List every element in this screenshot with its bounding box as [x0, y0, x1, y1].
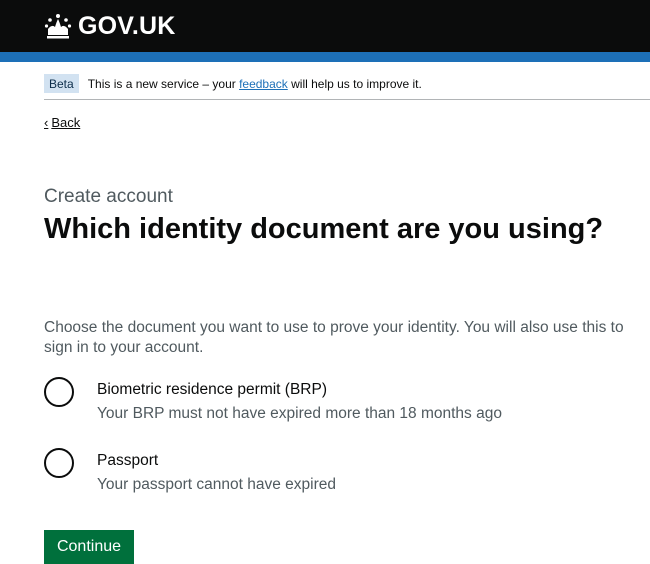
crown-icon: [44, 13, 72, 39]
phase-banner: Beta This is a new service – your feedba…: [44, 68, 650, 100]
site-header: GOV.UK: [0, 0, 650, 52]
page-caption: Create account: [44, 186, 173, 207]
feedback-link[interactable]: feedback: [239, 77, 288, 91]
govuk-logo-link[interactable]: GOV.UK: [44, 13, 176, 39]
phase-text-before: This is a new service – your: [87, 76, 240, 91]
chevron-left-icon: ‹: [44, 115, 49, 130]
phase-tag: Beta: [44, 74, 79, 93]
radio-option-passport[interactable]: Passport Your passport cannot have expir…: [44, 448, 604, 500]
radio-button[interactable]: [44, 377, 74, 407]
radio-hint: Your passport cannot have expired: [97, 476, 336, 493]
phase-text-after: will help us to improve it.: [287, 76, 422, 91]
radio-hint: Your BRP must not have expired more than…: [97, 405, 502, 422]
logo-text: GOV.UK: [78, 12, 176, 40]
back-link[interactable]: ‹ Back: [44, 115, 80, 130]
radio-button[interactable]: [44, 448, 74, 478]
radio-label[interactable]: Biometric residence permit (BRP): [97, 381, 327, 399]
radio-label[interactable]: Passport: [97, 452, 158, 470]
back-link-label: Back: [51, 115, 81, 130]
continue-button[interactable]: Continue: [44, 530, 134, 564]
form-hint: Choose the document you want to use to p…: [44, 319, 624, 356]
page-title: Which identity document are you using?: [44, 213, 604, 245]
phase-banner-text: This is a new service – your feedback wi…: [88, 77, 422, 91]
header-blue-bar: [0, 52, 650, 62]
radio-option-brp[interactable]: Biometric residence permit (BRP) Your BR…: [44, 377, 604, 429]
